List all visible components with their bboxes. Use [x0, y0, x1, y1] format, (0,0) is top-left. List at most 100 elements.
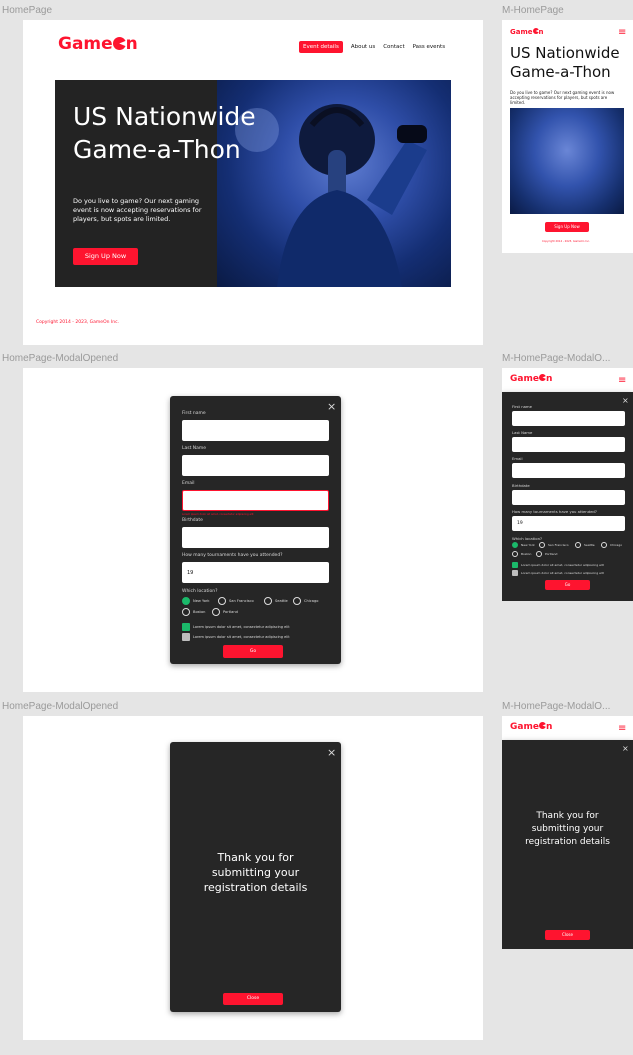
radio-empty-icon — [212, 608, 220, 616]
close-icon[interactable]: × — [622, 395, 629, 406]
nav-item-pass-events[interactable]: Pass events — [413, 44, 445, 50]
hamburger-icon[interactable]: ≡ — [618, 724, 626, 734]
email-input[interactable] — [182, 490, 329, 511]
email-input[interactable] — [512, 463, 625, 478]
birthdate-label: Birthdate — [512, 483, 530, 488]
mobile-modal-frame: Game n ≡ × First name Last Name Email Bir… — [502, 368, 633, 601]
desktop-modal-frame: × First name Last Name Email Lorem ipsum… — [23, 368, 483, 692]
radio-empty-icon — [512, 551, 518, 557]
desktop-homepage-frame: Game n Event details About us Contact Pas… — [23, 20, 483, 345]
logo[interactable]: Game n — [58, 34, 138, 54]
radio-empty-icon — [218, 597, 226, 605]
radio-portland[interactable]: Portland — [212, 608, 238, 616]
checkbox-terms[interactable]: Lorem ipsum dolor sit amet, consectetur … — [182, 623, 290, 631]
thank-you-message: Thank you for submitting your registrati… — [203, 851, 308, 894]
main-nav: Event details About us Contact Pass even… — [299, 41, 445, 53]
first-name-input[interactable] — [182, 420, 329, 441]
birthdate-label: Birthdate — [182, 518, 203, 523]
radio-seattle[interactable]: Seattle — [575, 542, 595, 548]
first-name-input[interactable] — [512, 411, 625, 426]
checkbox-newsletter[interactable]: Lorem ipsum dolor sit amet, consectetur … — [182, 633, 290, 641]
location-label: Which location? — [182, 589, 218, 594]
birthdate-input[interactable] — [182, 527, 329, 548]
pacman-o-icon — [538, 374, 546, 381]
radio-selected-icon — [512, 542, 518, 548]
checkbox-checked-icon — [512, 562, 518, 568]
mobile-hero-image — [510, 108, 624, 214]
hero-title: US Nationwide Game-a-Thon — [73, 102, 256, 164]
hero-card: US Nationwide Game-a-Thon Do you live to… — [55, 80, 451, 287]
mobile-homepage-frame: Game n ≡ US Nationwide Game-a-Thon Do you… — [502, 20, 633, 253]
radio-selected-icon — [182, 597, 190, 605]
last-name-label: Last Name — [512, 430, 533, 435]
mobile-logo[interactable]: Game n — [510, 28, 544, 36]
radio-san-francisco[interactable]: San Francisco — [539, 542, 569, 548]
hamburger-icon[interactable]: ≡ — [618, 376, 626, 386]
frame-label-homepage: HomePage — [2, 5, 53, 16]
birthdate-input[interactable] — [512, 490, 625, 505]
checkbox-unchecked-icon — [182, 633, 190, 641]
checkbox-terms[interactable]: Lorem ipsum dolor sit amet, consectetur … — [512, 562, 604, 568]
close-button[interactable]: Close — [545, 930, 590, 940]
mobile-confirmation-frame: Game n ≡ × Thank you for submitting your … — [502, 716, 633, 949]
mobile-copyright: Copyright 2014 - 2023, GameOn Inc. — [542, 240, 590, 243]
radio-empty-icon — [539, 542, 545, 548]
frame-label-modal: HomePage-ModalOpened — [2, 353, 119, 364]
first-name-label: First name — [512, 404, 532, 409]
radio-chicago[interactable]: Chicago — [293, 597, 318, 605]
frame-label-modal-2: HomePage-ModalOpened — [2, 701, 119, 712]
email-label: Email — [182, 481, 195, 486]
checkbox-unchecked-icon — [512, 570, 518, 576]
last-name-input[interactable] — [182, 455, 329, 476]
frame-label-m-homepage: M-HomePage — [502, 5, 564, 16]
sign-up-button[interactable]: Sign Up Now — [73, 248, 138, 265]
close-icon[interactable]: × — [327, 747, 336, 758]
submit-button[interactable]: Go — [223, 645, 283, 658]
nav-item-event-details[interactable]: Event details — [299, 41, 343, 53]
copyright: Copyright 2014 - 2023, GameOn Inc. — [36, 320, 119, 325]
pacman-o-icon — [112, 37, 126, 50]
last-name-label: Last Name — [182, 446, 207, 451]
nav-item-about-us[interactable]: About us — [351, 44, 375, 50]
radio-boston[interactable]: Boston — [512, 551, 531, 557]
radio-portland[interactable]: Portland — [536, 551, 557, 557]
submit-button[interactable]: Go — [545, 580, 590, 590]
mobile-logo[interactable]: Game n — [510, 722, 552, 732]
first-name-label: First name — [182, 411, 206, 416]
close-icon[interactable]: × — [622, 743, 629, 754]
radio-empty-icon — [293, 597, 301, 605]
email-error-message: Lorem ipsum dolor sit amet, consectetur … — [182, 513, 254, 516]
hero-description: Do you live to game? Our next gaming eve… — [73, 197, 202, 223]
close-icon[interactable]: × — [327, 401, 336, 412]
radio-empty-icon — [182, 608, 190, 616]
desktop-confirmation-frame: × Thank you for submitting your registra… — [23, 716, 483, 1040]
radio-chicago[interactable]: Chicago — [601, 542, 622, 548]
frame-label-m-modal-2: M-HomePage-ModalO... — [502, 701, 611, 712]
tournaments-label: How many tournaments have you attended? — [512, 509, 597, 514]
mobile-hero-title: US Nationwide Game-a-Thon — [510, 44, 620, 81]
hamburger-icon[interactable]: ≡ — [618, 28, 626, 38]
mobile-hero-description: Do you live to game? Our next gaming eve… — [510, 90, 615, 105]
mobile-thank-you-message: Thank you for submitting your registrati… — [525, 811, 610, 847]
nav-item-contact[interactable]: Contact — [383, 44, 404, 50]
mobile-logo[interactable]: Game n — [510, 374, 552, 384]
radio-empty-icon — [601, 542, 607, 548]
mobile-sign-up-button[interactable]: Sign Up Now — [545, 222, 589, 232]
checkbox-newsletter[interactable]: Lorem ipsum dolor sit amet, consectetur … — [512, 570, 604, 576]
radio-san-francisco[interactable]: San Francisco — [218, 597, 254, 605]
pacman-o-icon — [538, 722, 546, 729]
radio-seattle[interactable]: Seattle — [264, 597, 288, 605]
tournaments-input[interactable]: 19 — [182, 562, 329, 583]
radio-new-york[interactable]: New York — [512, 542, 535, 548]
mobile-confirmation-modal: × Thank you for submitting your registra… — [502, 740, 633, 949]
radio-empty-icon — [575, 542, 581, 548]
last-name-input[interactable] — [512, 437, 625, 452]
checkbox-checked-icon — [182, 623, 190, 631]
radio-boston[interactable]: Boston — [182, 608, 205, 616]
close-button[interactable]: Close — [223, 993, 283, 1005]
radio-new-york[interactable]: New York — [182, 597, 209, 605]
frame-label-m-modal: M-HomePage-ModalO... — [502, 353, 611, 364]
tournaments-input[interactable]: 19 — [512, 516, 625, 531]
mobile-registration-modal: × First name Last Name Email Birthdate H… — [502, 392, 633, 601]
registration-modal: × First name Last Name Email Lorem ipsum… — [170, 396, 341, 664]
